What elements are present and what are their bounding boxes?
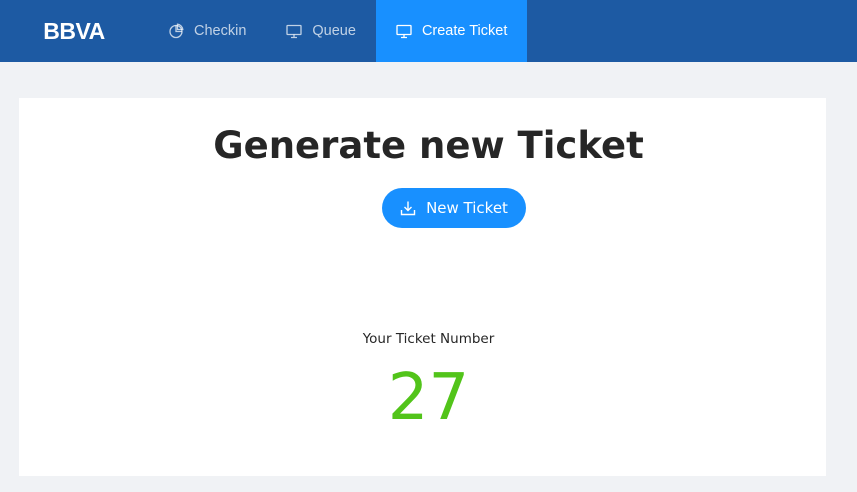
- page-title: Generate new Ticket: [213, 124, 644, 167]
- nav-item-queue[interactable]: Queue: [266, 0, 376, 62]
- nav-item-label: Checkin: [194, 23, 247, 39]
- new-ticket-button[interactable]: New Ticket: [382, 188, 526, 228]
- new-ticket-label: New Ticket: [426, 199, 508, 217]
- nav-item-create-ticket[interactable]: Create Ticket: [375, 0, 528, 62]
- top-navbar: BBVA Checkin Queue Create Ticket: [0, 0, 857, 62]
- desktop-icon: [396, 23, 412, 39]
- ticket-number-label: Your Ticket Number: [362, 331, 495, 347]
- nav-item-label: Create Ticket: [421, 23, 508, 39]
- bbva-logo[interactable]: BBVA: [0, 0, 148, 62]
- nav-item-checkin[interactable]: Checkin: [148, 0, 266, 62]
- desktop-icon: [286, 23, 303, 39]
- ticket-number: 27: [387, 361, 470, 435]
- download-icon: [400, 200, 416, 216]
- pie-chart-icon: [168, 23, 184, 39]
- nav-item-label: Queue: [312, 23, 356, 39]
